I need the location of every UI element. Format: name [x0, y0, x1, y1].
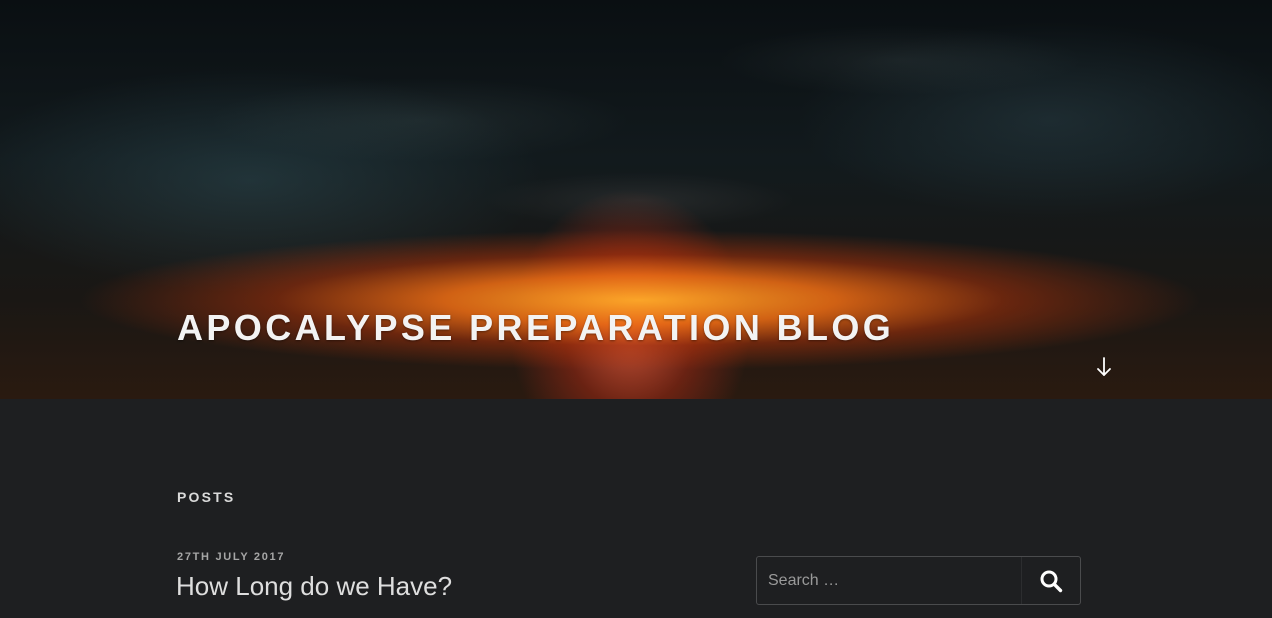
search-button[interactable] — [1021, 557, 1080, 604]
post-date[interactable]: 27TH JULY 2017 — [177, 549, 285, 565]
search-input[interactable] — [757, 557, 1021, 604]
search-icon — [1040, 570, 1063, 592]
arrow-down-icon — [1097, 357, 1111, 376]
search-form — [756, 556, 1081, 605]
section-title-posts: POSTS — [177, 489, 236, 505]
header-image: APOCALYPSE PREPARATION BLOG — [0, 0, 1272, 399]
scroll-down-button[interactable] — [1092, 354, 1116, 380]
post-title-link[interactable]: How Long do we Have? — [176, 569, 452, 603]
site-title[interactable]: APOCALYPSE PREPARATION BLOG — [177, 306, 894, 350]
